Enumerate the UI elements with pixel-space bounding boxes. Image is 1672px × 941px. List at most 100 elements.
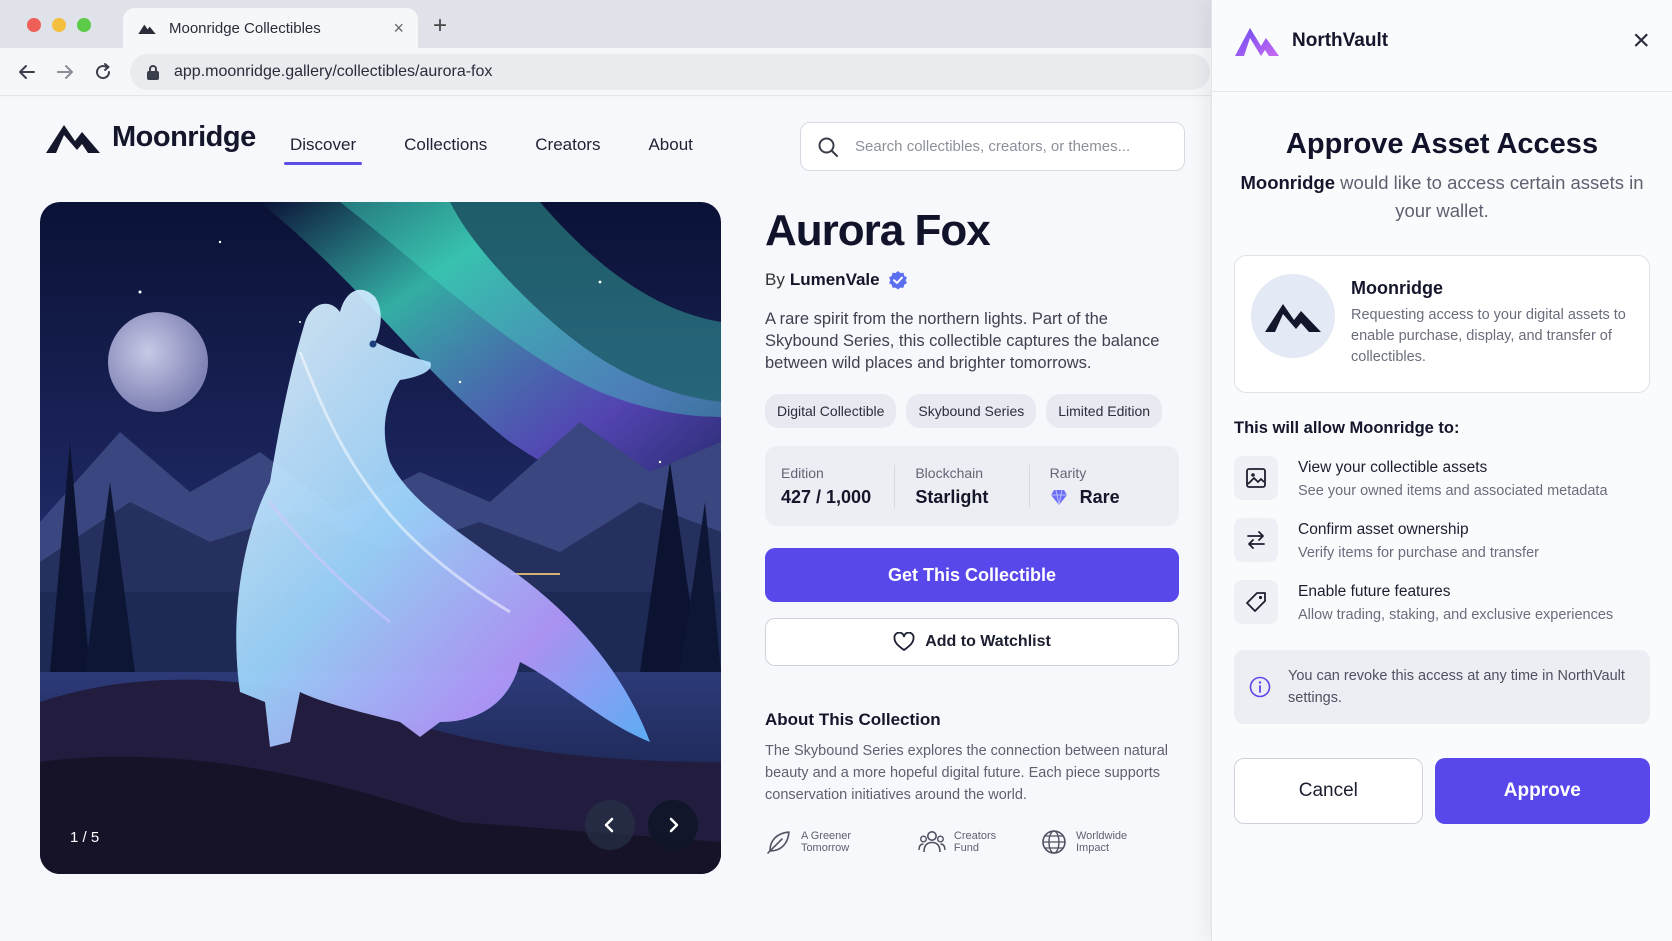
stat-rarity: Rarity Rare — [1028, 464, 1163, 508]
moonridge-logo-icon — [46, 125, 100, 153]
permission-description: Allow trading, staking, and exclusive ex… — [1298, 607, 1614, 623]
stat-blockchain: Blockchain Starlight — [894, 464, 1028, 508]
stat-edition-label: Edition — [781, 464, 824, 481]
forward-arrow-icon[interactable] — [52, 59, 78, 85]
window-close-button[interactable] — [27, 18, 41, 32]
collectible-image[interactable]: 1 / 5 — [40, 202, 721, 874]
permission-name: Confirm asset ownership — [1298, 521, 1469, 538]
tag-digital-collectible[interactable]: Digital Collectible — [765, 394, 897, 428]
aurora-fox-artwork — [40, 202, 721, 874]
wallet-approval-panel: NorthVault × Approve Asset Access Moonri… — [1211, 0, 1672, 941]
permissions-title: This will allow Moonridge to: — [1234, 419, 1460, 437]
stat-rarity-value: Rare — [1079, 486, 1120, 507]
chevron-left-icon — [604, 817, 614, 833]
window-maximize-button[interactable] — [77, 18, 91, 32]
stat-blockchain-label: Blockchain — [915, 464, 984, 481]
revoke-info-box: You can revoke this access at any time i… — [1234, 650, 1650, 724]
add-to-watchlist-button[interactable]: Add to Watchlist — [765, 618, 1179, 666]
approval-subtitle: Moonridge would like to access certain a… — [1234, 169, 1650, 225]
wallet-header: NorthVault × — [1212, 0, 1672, 92]
approval-actions: Cancel Approve — [1234, 758, 1650, 824]
browser-tab[interactable]: Moonridge Collectibles × — [123, 8, 418, 48]
northvault-logo-icon — [1235, 28, 1279, 56]
add-to-watchlist-label: Add to Watchlist — [925, 633, 1051, 650]
leaf-icon — [767, 831, 790, 854]
permission-item: Enable future features Allow trading, st… — [1234, 580, 1650, 624]
tag-icon — [1234, 580, 1278, 624]
collectible-details: Aurora Fox By LumenVale A rare spirit fr… — [765, 202, 1179, 856]
about-collection-title: About This Collection — [765, 710, 941, 729]
verified-badge-icon — [888, 271, 907, 290]
people-icon — [918, 831, 946, 853]
stat-rarity-value-row: Rare — [1050, 487, 1163, 508]
tag-skybound-series[interactable]: Skybound Series — [906, 394, 1037, 428]
badge-creators-fund: Creators Fund — [918, 828, 1024, 856]
badge-worldwide-impact-label: Worldwide Impact — [1076, 830, 1128, 854]
search-input[interactable] — [855, 138, 1155, 155]
nav-about[interactable]: About — [648, 135, 692, 165]
search-icon — [818, 137, 838, 157]
get-collectible-button[interactable]: Get This Collectible — [765, 548, 1179, 602]
permission-text: Confirm asset ownership Verify items for… — [1298, 518, 1539, 562]
moonridge-favicon-icon — [138, 24, 156, 34]
creator-link[interactable]: LumenVale — [790, 270, 880, 290]
heart-icon — [893, 632, 915, 651]
approve-button[interactable]: Approve — [1434, 758, 1650, 824]
approval-subtitle-rest: would like to access certain assets in y… — [1335, 172, 1644, 221]
site-page: Moonridge Discover Collections Creators … — [0, 97, 1210, 941]
close-icon[interactable]: × — [1632, 26, 1650, 56]
permission-item: Confirm asset ownership Verify items for… — [1234, 518, 1650, 562]
info-icon — [1249, 676, 1271, 698]
image-icon — [1234, 456, 1278, 500]
permission-description: Verify items for purchase and transfer — [1298, 545, 1539, 561]
search-box[interactable] — [800, 122, 1185, 171]
permission-text: View your collectible assets See your ow… — [1298, 456, 1608, 500]
carousel-prev-button[interactable] — [585, 800, 635, 850]
tab-title: Moonridge Collectibles — [169, 19, 321, 37]
byline-prefix: By — [765, 270, 785, 289]
window-minimize-button[interactable] — [52, 18, 66, 32]
lock-icon — [147, 65, 159, 80]
permission-text: Enable future features Allow trading, st… — [1298, 580, 1613, 624]
tag-limited-edition[interactable]: Limited Edition — [1046, 394, 1163, 428]
approval-title: Approve Asset Access — [1285, 128, 1599, 160]
collectible-stats: Edition 427 / 1,000 Blockchain Starlight… — [765, 446, 1179, 526]
reload-icon[interactable] — [90, 59, 116, 85]
swap-arrows-icon — [1234, 518, 1278, 562]
cancel-button[interactable]: Cancel — [1234, 758, 1423, 824]
requesting-site-description: Requesting access to your digital assets… — [1351, 307, 1626, 365]
badge-greener-tomorrow-label: A Greener Tomorrow — [800, 830, 852, 854]
tab-close-icon[interactable]: × — [393, 18, 404, 39]
stat-edition-value: 427 / 1,000 — [781, 486, 872, 507]
nav-collections[interactable]: Collections — [404, 135, 487, 165]
badge-worldwide-impact: Worldwide Impact — [1040, 828, 1163, 856]
permission-name: Enable future features — [1298, 583, 1451, 600]
about-collection-text: The Skybound Series explores the connect… — [765, 743, 1169, 803]
new-tab-button[interactable]: + — [433, 12, 447, 40]
image-counter: 1 / 5 — [70, 829, 100, 846]
gem-icon — [1050, 489, 1067, 506]
moonridge-logo-icon — [1265, 304, 1321, 332]
carousel-next-button[interactable] — [648, 800, 698, 850]
address-url: app.moonridge.gallery/collectibles/auror… — [174, 63, 493, 80]
badge-creators-fund-label: Creators Fund — [953, 830, 997, 854]
approval-subtitle-site: Moonridge — [1240, 172, 1336, 193]
permission-name: View your collectible assets — [1298, 459, 1488, 476]
revoke-info-text: You can revoke this access at any time i… — [1288, 668, 1625, 706]
chevron-right-icon — [669, 817, 679, 833]
tag-list: Digital Collectible Skybound Series Limi… — [765, 394, 1179, 428]
nav-creators[interactable]: Creators — [535, 135, 600, 165]
address-bar[interactable]: app.moonridge.gallery/collectibles/auror… — [130, 54, 1210, 90]
site-logo[interactable]: Moonridge — [44, 117, 256, 157]
nav-discover[interactable]: Discover — [283, 135, 363, 165]
stat-edition: Edition 427 / 1,000 — [781, 465, 894, 508]
wallet-logo: NorthVault — [1234, 24, 1388, 58]
main-nav: Discover Collections Creators About — [283, 135, 741, 165]
site-brand-name: Moonridge — [112, 120, 256, 153]
globe-icon — [1042, 830, 1066, 854]
back-arrow-icon[interactable] — [14, 59, 40, 85]
badge-greener-tomorrow: A Greener Tomorrow — [765, 828, 902, 856]
stat-rarity-label: Rarity — [1049, 464, 1087, 481]
creator-byline: By LumenVale — [765, 270, 1179, 290]
wallet-brand-name: NorthVault — [1292, 30, 1389, 51]
